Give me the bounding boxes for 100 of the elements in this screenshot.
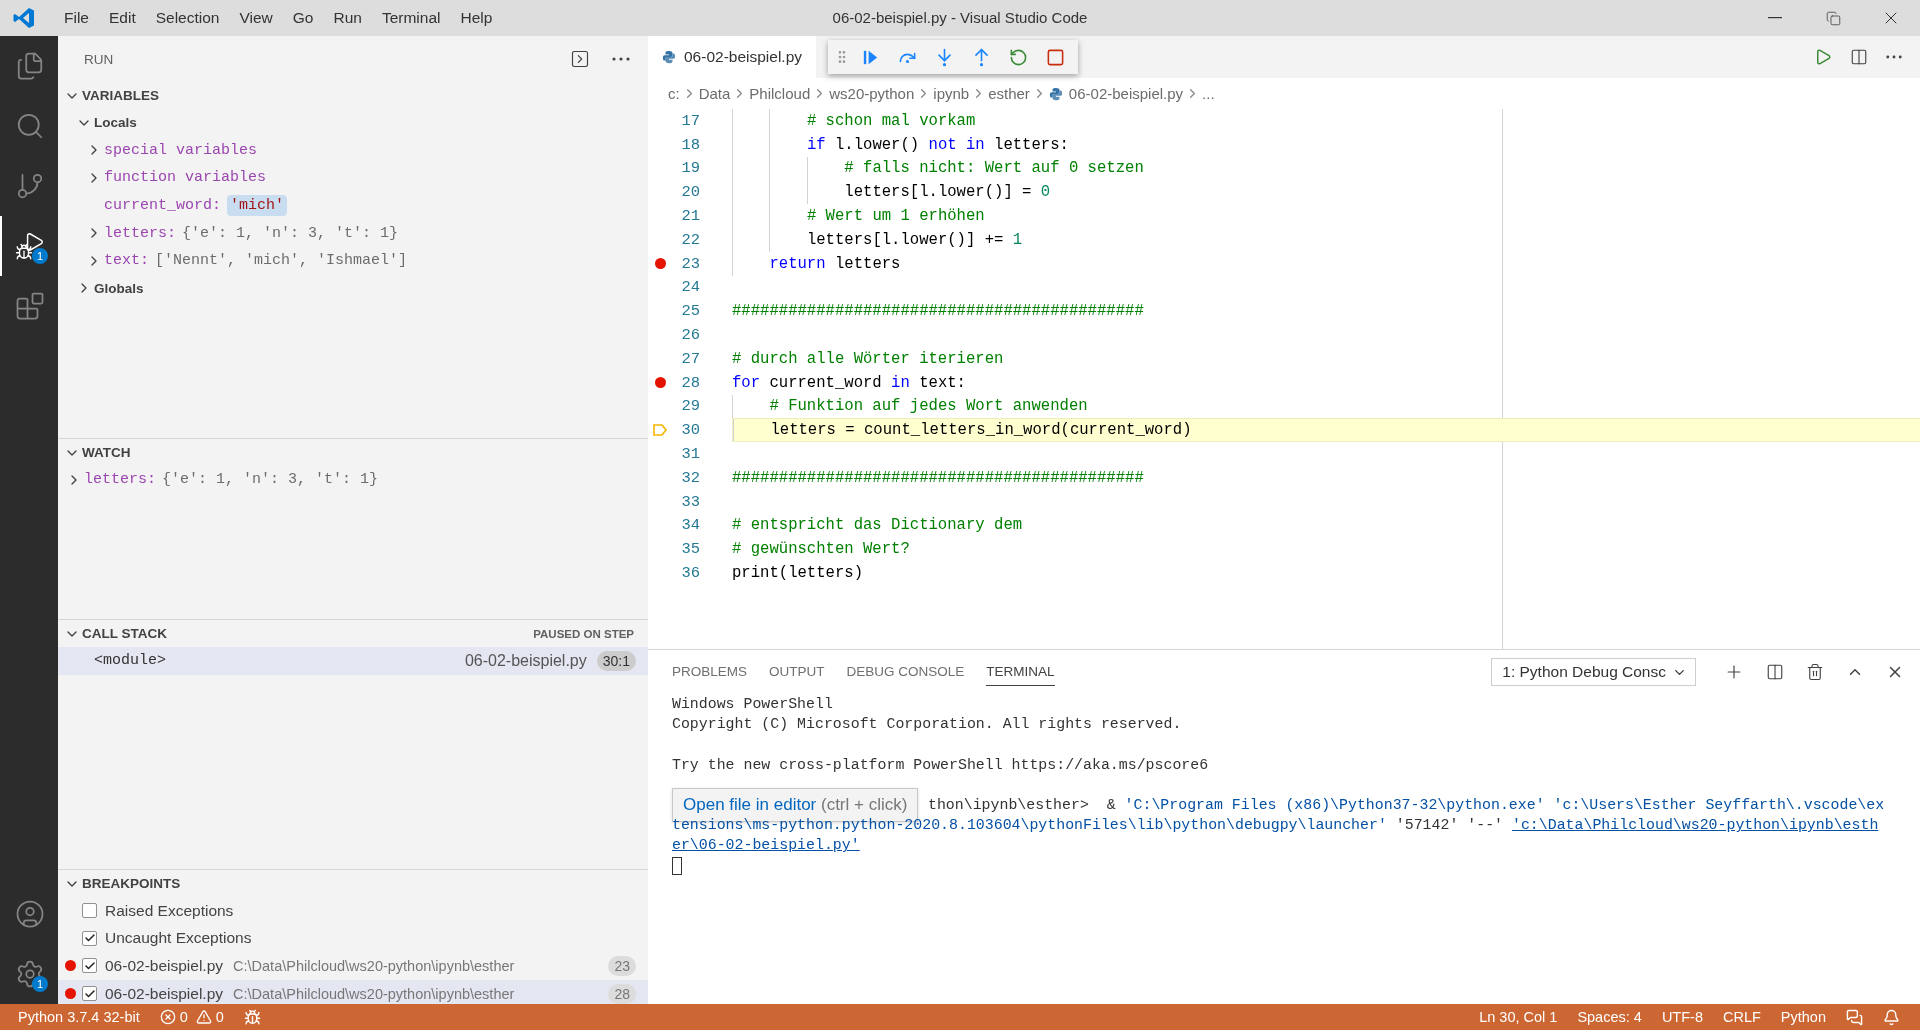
variable-item[interactable]: text: ['Nennt', 'mich', 'Ishmael'] [58, 246, 648, 275]
line-number: 27 [680, 349, 700, 368]
menu-item[interactable]: Terminal [371, 9, 451, 27]
breakpoint-item[interactable]: 06-02-beispiel.py C:\Data\Philcloud\ws20-python\ipynb\esther 23 [58, 952, 648, 980]
code-line: # falls nicht: Wert auf 0 setzen [844, 159, 1144, 178]
checkbox[interactable] [82, 986, 97, 1002]
menu-item[interactable]: View [229, 9, 283, 27]
bell-icon [1883, 1008, 1900, 1026]
variable-item[interactable]: special variables [58, 136, 648, 165]
terminal-link[interactable]: er\06-02-beispiel.py' [672, 837, 860, 854]
terminal-line: Try the new cross-platform PowerShell https://aka.ms/pscore6 [672, 756, 1209, 773]
line-number: 28 [680, 373, 700, 392]
breadcrumb-item[interactable]: ipynb [933, 85, 970, 102]
section-title[interactable]: VARIABLES [82, 88, 159, 103]
menu-item[interactable]: Selection [145, 9, 230, 27]
menu-item[interactable]: Edit [99, 9, 146, 27]
python-file-icon [1048, 86, 1063, 101]
breakpoint-dot[interactable] [654, 377, 666, 389]
variable-item[interactable]: function variables [58, 164, 648, 192]
scope-item[interactable]: Locals [58, 109, 648, 137]
scope-item[interactable]: Globals [58, 274, 648, 303]
play-icon [1814, 48, 1832, 66]
panel-tab[interactable]: DEBUG CONSOLE [846, 658, 965, 686]
variable-item[interactable]: letters: {'e': 1, 'n': 3, 't': 1} [58, 466, 648, 494]
line-number: 25 [680, 302, 700, 321]
activity-tab[interactable]: 1 [0, 944, 58, 1004]
branch-icon[interactable] [15, 171, 45, 201]
trash-icon [1806, 663, 1824, 681]
code-line: # schon mal vorkam [806, 111, 976, 130]
code-line: ############################################ [732, 302, 1144, 321]
menu-item[interactable]: Run [323, 9, 372, 27]
problems-status[interactable]: 0 0 [149, 1009, 234, 1025]
breakpoint-item[interactable]: Uncaught Exceptions [58, 924, 648, 953]
interpreter-status[interactable]: Python 3.7.4 32-bit [8, 1009, 150, 1025]
restore-icon [1825, 10, 1841, 26]
split-icon [1766, 663, 1784, 681]
line-badge: 23 [608, 956, 636, 976]
restart-icon [1009, 47, 1028, 67]
breakpoint-item[interactable]: 06-02-beispiel.py C:\Data\Philcloud\ws20-python\ipynb\esther 28 [58, 979, 648, 1007]
section-title[interactable]: BREAKPOINTS [82, 876, 181, 891]
status-item[interactable]: Python [1770, 1009, 1836, 1025]
status-item[interactable]: Ln 30, Col 1 [1469, 1009, 1568, 1025]
settings-icon[interactable] [15, 959, 45, 989]
status-item[interactable]: Spaces: 4 [1567, 1009, 1652, 1025]
panel-tab[interactable]: PROBLEMS [672, 658, 748, 686]
breadcrumb-item[interactable]: Data [698, 85, 731, 102]
line-number: 20 [680, 183, 700, 202]
extensions-icon[interactable] [15, 291, 45, 321]
line-number: 26 [680, 326, 700, 345]
line-number: 34 [680, 516, 700, 535]
panel-tab[interactable]: OUTPUT [769, 658, 825, 686]
breadcrumb-item[interactable]: ws20-python [829, 85, 915, 102]
menu-item[interactable]: File [54, 9, 99, 27]
run-debug-icon[interactable] [15, 231, 45, 261]
code-line: letters[l.lower()] = 0 [844, 183, 1051, 202]
line-number: 33 [680, 492, 700, 511]
breadcrumb-item[interactable]: c: [668, 85, 680, 102]
breadcrumb-item[interactable]: ... [1202, 85, 1215, 102]
variable-item[interactable]: letters: {'e': 1, 'n': 3, 't': 1} [58, 219, 648, 247]
breakpoint-item[interactable]: Raised Exceptions [58, 897, 648, 925]
menu-item[interactable]: Go [282, 9, 324, 27]
stop-icon [1046, 47, 1065, 67]
breakpoint-dot[interactable] [654, 258, 666, 270]
editor-tab[interactable]: 06-02-beispiel.py [648, 36, 817, 78]
breadcrumb-item[interactable]: Philcloud [749, 85, 811, 102]
code-line: if l.lower() not in letters: [806, 135, 1069, 154]
code-line: # Funktion auf jedes Wort anwenden [769, 397, 1088, 416]
code-line: # Wert um 1 erhöhen [806, 207, 985, 226]
breadcrumb-item[interactable]: 06-02-beispiel.py [1048, 85, 1184, 102]
code-line: for current_word in text: [732, 373, 966, 392]
status-item[interactable]: UTF-8 [1651, 1009, 1713, 1025]
checkbox[interactable] [82, 958, 97, 974]
step-out-icon [972, 47, 991, 67]
panel-tab[interactable]: TERMINAL [986, 658, 1055, 686]
checkbox[interactable] [82, 930, 97, 946]
code-line: letters[l.lower()] += 1 [806, 230, 1023, 249]
checkbox[interactable] [82, 903, 97, 919]
line-number: 30 [680, 421, 700, 440]
breadcrumb-item[interactable]: esther [988, 85, 1030, 102]
account-icon[interactable] [15, 899, 45, 929]
bug-icon [243, 1008, 261, 1026]
status-item[interactable]: CRLF [1712, 1009, 1771, 1025]
files-icon[interactable] [15, 51, 45, 81]
section-title[interactable]: CALL STACK [82, 626, 167, 641]
terminal-line: Copyright (C) Microsoft Corporation. All rights reserved. [672, 716, 1182, 733]
line-number: 21 [680, 207, 700, 226]
variable-item[interactable]: current_word: 'mich' [58, 191, 648, 220]
line-number: 32 [680, 468, 700, 487]
check-icon [83, 960, 96, 972]
menu-item[interactable]: Help [450, 9, 503, 27]
more-icon [612, 57, 630, 61]
notification-badge: 1 [32, 976, 48, 992]
terminal-select[interactable]: 1: Python Debug Consc [1491, 658, 1696, 686]
stack-frame[interactable]: <module> 06-02-beispiel.py 30:1 [58, 647, 648, 675]
section-title[interactable]: WATCH [82, 445, 131, 460]
line-number: 24 [680, 278, 700, 297]
search-icon[interactable] [15, 111, 45, 141]
window-title: 06-02-beispiel.py - Visual Studio Code [832, 9, 1088, 26]
terminal-link[interactable]: 'c:\Data\Philcloud\ws20-python\ipynb\esth [1512, 817, 1879, 834]
code-line: letters = count_letters_in_word(current_word) [770, 421, 1192, 440]
